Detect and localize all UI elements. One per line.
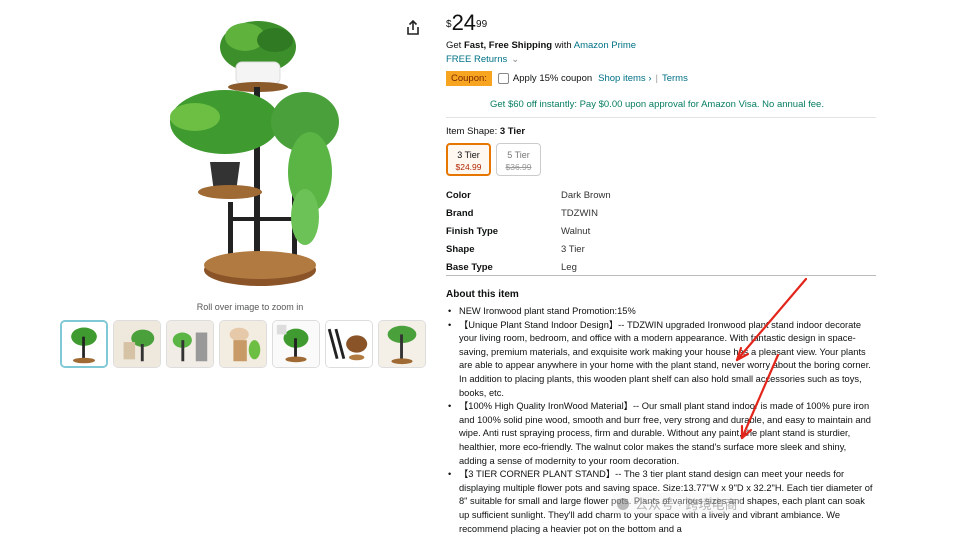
coupon-badge: Coupon: [446,71,492,86]
coupon-separator: | [655,73,658,84]
shipping-line: Get Fast, Free Shipping with Amazon Prim… [446,40,637,51]
spec-row: Finish Type Walnut [446,225,591,237]
price-fraction: 99 [476,19,488,30]
thumbnail-3[interactable] [166,320,214,368]
free-returns-link[interactable]: FREE Returns ⌄ [446,54,519,65]
spec-row: Shape 3 Tier [446,243,585,255]
about-bullet: NEW Ironwood plant stand Promotion:15% [446,305,876,319]
spec-row: Base Type Leg [446,261,577,273]
item-shape-selected: 3 Tier [499,126,526,137]
item-shape-label: Item Shape: 3 Tier [446,126,526,137]
watermark: 公众号 · 跨境电商 [612,493,742,514]
visa-offer-link[interactable]: Get $60 off instantly: Pay $0.00 upon ap… [490,99,824,110]
thumbnail-7[interactable] [378,320,426,368]
zoom-hint-text: Roll over image to zoom in [196,302,304,312]
price-currency: $ [446,19,452,30]
coupon-checkbox[interactable] [497,73,509,84]
spec-row: Brand TDZWIN [446,207,598,219]
thumbnail-2[interactable] [113,320,161,368]
price-whole: 24 [451,10,477,35]
fast-free-shipping: Fast, Free Shipping [463,40,553,51]
thumbnail-6[interactable] [325,320,373,368]
about-bullet: 【100% High Quality IronWood Material】-- … [446,400,876,468]
chevron-down-icon: ⌄ [511,54,520,65]
about-this-item-heading: About this item [446,289,519,300]
price: $2499 [446,12,487,34]
about-bullet: 【Unique Plant Stand Indoor Design】-- TDZ… [446,319,876,401]
divider [446,117,876,118]
product-specs-table: Color Dark Brown Brand TDZWIN Finish Type W… [446,186,611,276]
divider [446,275,876,276]
coupon-row: Coupon: Apply 15% coupon Shop items › | … [446,71,688,86]
shape-option-3-tier[interactable]: 3 Tier $24.99 [446,143,491,176]
thumbnail-1[interactable] [60,320,108,368]
thumbnail-strip [60,320,426,368]
share-icon[interactable] [403,18,423,38]
main-product-image[interactable] [150,12,350,297]
shop-items-link[interactable]: Shop items › [598,73,651,84]
wechat-icon [617,497,629,510]
item-shape-options: 3 Tier $24.99 5 Tier $36.99 [446,143,541,176]
thumbnail-5[interactable] [272,320,320,368]
thumbnail-4[interactable] [219,320,267,368]
spec-row: Color Dark Brown [446,189,611,201]
apply-coupon-label[interactable]: Apply 15% coupon [513,73,592,84]
shape-option-5-tier[interactable]: 5 Tier $36.99 [496,143,541,176]
amazon-prime-link[interactable]: Amazon Prime [574,40,636,51]
terms-link[interactable]: Terms [662,73,688,84]
